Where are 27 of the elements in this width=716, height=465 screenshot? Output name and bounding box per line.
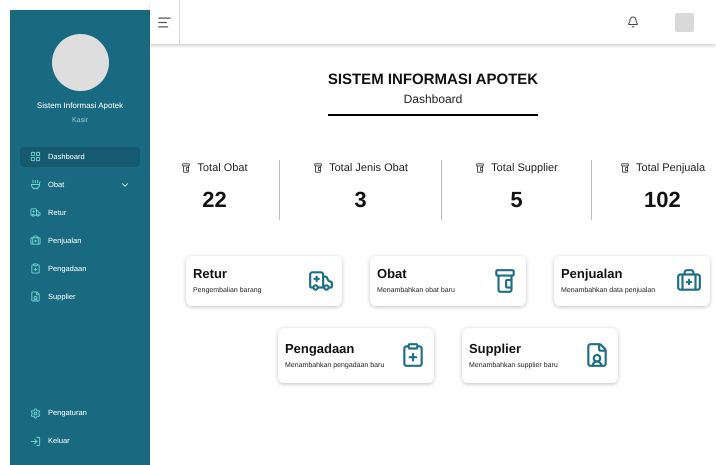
medical-kit-icon bbox=[676, 268, 702, 294]
bottle-icon bbox=[492, 268, 518, 294]
app-name: Sistem Informasi Apotek bbox=[36, 100, 124, 112]
bowl-icon bbox=[30, 179, 41, 190]
page-title: SISTEM INFORMASI APOTEK bbox=[328, 71, 538, 89]
ambulance-icon bbox=[30, 207, 41, 218]
stat-value: 5 bbox=[510, 186, 523, 214]
exit-icon bbox=[30, 436, 41, 446]
bell-icon[interactable] bbox=[627, 16, 639, 28]
bottle-icon bbox=[620, 163, 630, 174]
settings-icon bbox=[30, 408, 41, 418]
file-user-icon bbox=[30, 291, 41, 302]
stat-label: Total Penjuala bbox=[636, 161, 706, 176]
page-subtitle: Dashboard bbox=[404, 91, 462, 108]
bottle-icon bbox=[313, 163, 324, 174]
stat-value: 3 bbox=[354, 186, 367, 214]
stat-value: 22 bbox=[202, 186, 227, 214]
bottle-icon bbox=[475, 163, 486, 174]
clipboard-plus-icon bbox=[30, 263, 41, 274]
stat-label: Total Obat bbox=[197, 161, 248, 176]
medical-kit-icon bbox=[30, 235, 41, 246]
stat-label: Total Supplier bbox=[491, 161, 558, 176]
grid-icon bbox=[30, 151, 41, 162]
stat-value: 102 bbox=[643, 186, 681, 214]
stat-label: Total Jenis Obat bbox=[329, 161, 408, 176]
menu-icon bbox=[157, 14, 172, 30]
bottle-icon bbox=[181, 163, 192, 174]
